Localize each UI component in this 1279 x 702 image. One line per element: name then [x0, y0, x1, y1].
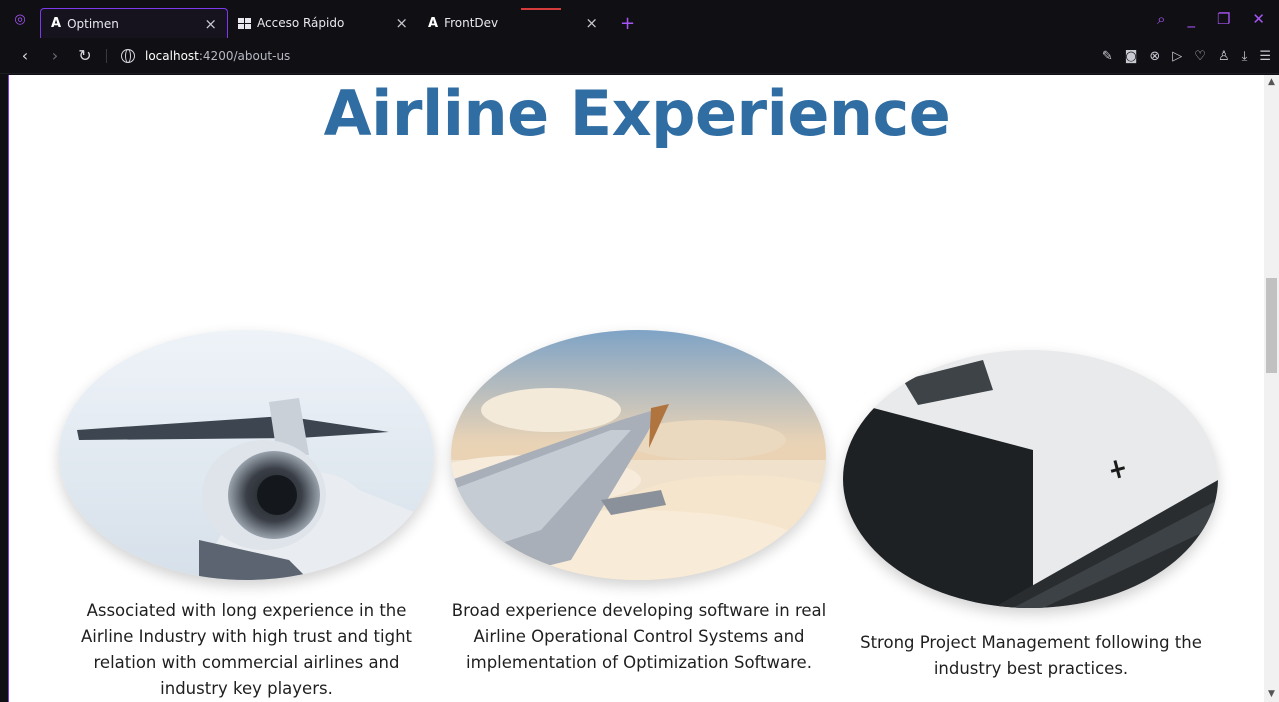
download-icon[interactable]: ⤓ [1242, 49, 1248, 64]
close-icon[interactable]: × [585, 14, 598, 32]
page-title: Airline Experience [323, 77, 951, 150]
close-icon[interactable]: × [204, 15, 217, 33]
tab-title: FrontDev [444, 16, 499, 30]
url-host: localhost [145, 48, 199, 63]
reload-icon[interactable]: ↻ [70, 46, 100, 65]
restore-icon[interactable]: ❐ [1217, 10, 1230, 28]
camera-icon[interactable]: ◙ [1125, 49, 1138, 64]
tab-bar: ◎ A Optimen × Acceso Rápido × A FrontDev… [0, 0, 1279, 38]
vertical-scrollbar[interactable]: ▲ ▼ [1264, 75, 1279, 702]
tab-title: Acceso Rápido [257, 16, 345, 30]
page-viewport: Airline Experience Associated with long … [8, 75, 1264, 702]
feature-caption: Associated with long experience in the A… [80, 601, 413, 698]
scroll-down-icon[interactable]: ▼ [1264, 687, 1279, 702]
send-icon[interactable]: ▷ [1172, 49, 1182, 64]
block-icon[interactable]: ⊗ [1149, 49, 1160, 64]
feature-caption: Strong Project Management following the … [860, 633, 1202, 678]
grid-icon [238, 17, 251, 29]
heart-icon[interactable]: ♡ [1194, 49, 1206, 64]
plane-wing-clouds-image [451, 330, 826, 580]
feature-caption: Broad experience developing software in … [451, 601, 827, 672]
search-icon[interactable]: ⌕ [1157, 10, 1165, 28]
scrollbar-thumb[interactable] [1266, 278, 1277, 373]
jet-engine-image [59, 330, 434, 580]
toolbar-icons: ✎ ◙ ⊗ ▷ ♡ ♙ ⤓ ☰ [1102, 38, 1271, 74]
workspaces-icon[interactable]: ◎ [0, 0, 40, 38]
tab-optimen[interactable]: A Optimen × [40, 8, 228, 38]
site-info-icon[interactable] [121, 48, 135, 63]
new-tab-button[interactable]: + [608, 8, 647, 38]
skyscrapers-airplane-image [843, 350, 1218, 608]
forward-icon[interactable]: › [40, 46, 70, 65]
tab-acceso-rapido[interactable]: Acceso Rápido × [228, 8, 418, 38]
edit-icon[interactable]: ✎ [1102, 49, 1113, 64]
address-bar: ‹ › ↻ localhost:4200/about-us ✎ ◙ ⊗ ▷ ♡ … [0, 38, 1279, 74]
close-icon[interactable]: × [395, 14, 408, 32]
tab-title: Optimen [67, 16, 119, 31]
minimize-icon[interactable]: _ [1187, 10, 1195, 28]
profile-icon[interactable]: ♙ [1218, 49, 1230, 64]
window-controls: ⌕ _ ❐ ✕ [1157, 0, 1279, 38]
close-window-icon[interactable]: ✕ [1252, 10, 1265, 28]
tab-frontdev[interactable]: A FrontDev × [418, 8, 608, 38]
scroll-up-icon[interactable]: ▲ [1264, 75, 1279, 90]
angular-icon: A [428, 15, 439, 31]
url-path: :4200/about-us [198, 48, 291, 63]
tab-indicator [521, 8, 561, 10]
angular-icon: A [51, 16, 62, 31]
url-field[interactable]: localhost:4200/about-us [145, 49, 290, 63]
divider [106, 48, 107, 63]
back-icon[interactable]: ‹ [10, 46, 40, 65]
menu-icon[interactable]: ☰ [1259, 49, 1271, 64]
